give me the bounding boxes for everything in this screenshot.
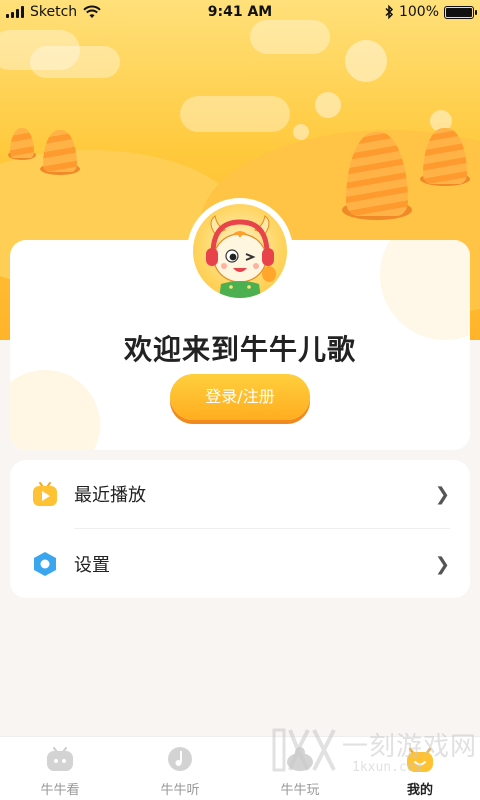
menu-item-label: 设置	[74, 555, 110, 576]
watermark: 一刻游戏网 1kxun.com	[268, 722, 480, 782]
divider	[74, 528, 450, 529]
login-register-button[interactable]: 登录/注册	[170, 374, 310, 420]
settings-menu: 最近播放 ❯ 设置 ❯	[10, 460, 470, 598]
menu-item-recent-play[interactable]: 最近播放 ❯	[10, 460, 470, 528]
menu-item-label: 最近播放	[74, 485, 146, 506]
card-decoration	[380, 240, 470, 340]
card-decoration	[10, 370, 100, 450]
menu-item-settings[interactable]: 设置 ❯	[10, 530, 470, 598]
battery-percent: 100%	[398, 4, 439, 20]
watermark-logo-icon	[272, 728, 336, 772]
play-tv-icon	[33, 482, 57, 506]
chevron-right-icon: ❯	[434, 553, 450, 575]
chevron-right-icon: ❯	[434, 483, 450, 505]
settings-hexagon-icon	[34, 552, 56, 576]
battery-icon	[444, 5, 477, 19]
calf-mascot-icon	[206, 215, 276, 298]
bubble-decoration	[345, 40, 387, 82]
bubble-decoration	[293, 124, 309, 140]
tab-watch[interactable]: 牛牛看	[0, 737, 120, 800]
tab-label: 牛牛听	[160, 783, 200, 798]
watermark-text: 一刻游戏网	[342, 732, 478, 762]
welcome-title: 欢迎来到牛牛儿歌	[123, 333, 356, 366]
status-bar: Sketch 9:41 AM 100%	[0, 0, 480, 26]
cloud-decoration	[180, 96, 290, 132]
bluetooth-icon	[385, 5, 394, 19]
tab-label: 牛牛看	[40, 783, 80, 798]
avatar[interactable]	[193, 204, 287, 298]
tab-listen[interactable]: 牛牛听	[120, 737, 240, 800]
watermark-domain: 1kxun.com	[352, 760, 423, 775]
bubble-decoration	[315, 92, 341, 118]
music-icon	[168, 747, 192, 771]
cloud-decoration	[30, 46, 120, 78]
tv-icon	[47, 747, 73, 771]
